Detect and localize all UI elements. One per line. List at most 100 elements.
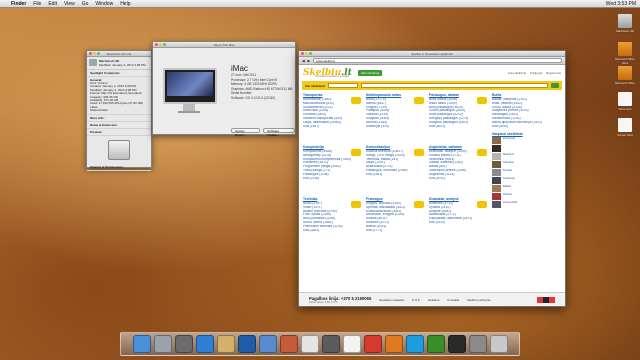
new-ad-item[interactable]: Sandėlis <box>492 160 556 169</box>
category-real-estate: Nekilnojamasis turtas Butai (21770) Nama… <box>366 93 426 141</box>
link-login[interactable]: Prisijungti <box>530 71 542 75</box>
desktop-icon-screenshot[interactable]: Screen Shot <box>614 118 636 137</box>
new-ad-item[interactable]: Dviratis <box>492 169 556 177</box>
menu-view[interactable]: View <box>64 1 75 7</box>
new-ad-item[interactable]: Parduodu <box>492 137 556 145</box>
new-ad-item[interactable]: Automobilis <box>492 201 556 209</box>
new-ad-item[interactable]: Baldai <box>492 185 556 193</box>
footer-link[interactable]: Kontaktai <box>447 298 459 302</box>
software-update-button[interactable]: Software Update... <box>263 128 295 137</box>
shared-folder-checkbox[interactable]: Shared folder <box>90 109 148 112</box>
side-title[interactable]: Buitis <box>492 93 556 97</box>
launchpad-icon[interactable] <box>153 335 172 353</box>
category-link[interactable]: Kita (4921) <box>429 125 489 129</box>
footer-link[interactable]: Naudojimo taisyklės <box>379 298 404 302</box>
address-bar[interactable]: www.skelbiu.lt <box>313 58 562 63</box>
footer-link[interactable]: D.U.K. <box>412 298 420 302</box>
system-report-button[interactable]: System Report... <box>231 128 261 137</box>
category-link[interactable]: Kita (1771) <box>366 229 426 233</box>
guitar-icon <box>414 201 424 208</box>
ad-title: Sandėlis <box>503 160 514 165</box>
category-link[interactable]: Kita (3281) <box>303 229 363 233</box>
link-register[interactable]: Registruotis <box>546 71 561 75</box>
calendar-icon[interactable] <box>342 335 361 353</box>
menu-help[interactable]: Help <box>120 1 130 7</box>
category-link[interactable]: Kita (1512) <box>429 221 489 225</box>
shirt-icon <box>477 201 487 208</box>
footer-link[interactable]: Skelbimų archyvas <box>467 298 490 302</box>
browser-titlebar[interactable]: Skelbiu.lt: Nemokami skelbimai <box>299 51 565 57</box>
category-link[interactable]: Kita (2011) <box>429 177 489 181</box>
trash-icon[interactable] <box>489 335 508 353</box>
ad-title: Kilimas <box>503 192 513 197</box>
info-row: Used: 27,816,565,256 bytes (27.82 GB) <box>90 102 144 106</box>
image-file-icon <box>618 118 632 132</box>
browser-window: Skelbiu.lt: Nemokami skelbimai ◀ ▶ www.s… <box>298 50 566 307</box>
mission-control-icon[interactable] <box>174 335 193 353</box>
add-ad-button[interactable]: Idėti skelbimą <box>357 70 383 76</box>
desktop-icon-office[interactable]: Microsoft Office 2011 <box>614 42 636 65</box>
finder-icon[interactable] <box>132 335 151 353</box>
ad-thumbnail <box>492 137 501 145</box>
desktop-icon-document[interactable]: Document <box>614 92 636 111</box>
mail-icon[interactable] <box>258 335 277 353</box>
section-label: Preview: <box>90 129 103 134</box>
category-link[interactable]: Užsienyje (315) <box>366 125 426 129</box>
menu-go[interactable]: Go <box>82 1 89 7</box>
menu-file[interactable]: File <box>33 1 41 7</box>
facetime-icon[interactable] <box>321 335 340 353</box>
top-links: Jūsų skelbimai Prisijungti Registruotis <box>508 71 561 75</box>
forward-icon[interactable]: ▶ <box>308 59 311 63</box>
section-label: Spotlight Comments: <box>90 71 121 75</box>
section-sharing[interactable]: Sharing & Permissions: <box>87 164 151 171</box>
safari-icon[interactable] <box>195 335 214 353</box>
info-window-title: Macintosh HD Info <box>106 51 132 56</box>
menu-window[interactable]: Window <box>95 1 113 7</box>
utility-icon[interactable] <box>447 335 466 353</box>
new-ad-item[interactable]: Kilimas <box>492 192 556 201</box>
work-hours: Darbo laikas: 9:00-17:00 <box>309 300 338 304</box>
back-icon[interactable]: ◀ <box>302 59 305 63</box>
new-ads-title[interactable]: Naujausi skelbimai <box>492 132 556 136</box>
office-icon <box>618 66 632 80</box>
section-label: Sharing & Permissions: <box>90 164 124 169</box>
about-window: About This Mac iMac 27-inch, Mid 2011 Pr… <box>152 41 296 137</box>
firefox-icon[interactable] <box>384 335 403 353</box>
search-button[interactable] <box>551 83 559 88</box>
section-name-extension[interactable]: Name & Extension: <box>87 122 151 129</box>
section-general[interactable]: General: Kind: Volume Created: January 4… <box>87 77 151 115</box>
section-spotlight[interactable]: Spotlight Comments: <box>87 70 151 77</box>
category-communications: Komunikacijos Mobilūs telefonai (10617) … <box>366 145 426 193</box>
search-input[interactable] <box>360 83 548 88</box>
info-window-titlebar[interactable]: Macintosh HD Info <box>87 51 151 57</box>
skype-icon[interactable] <box>405 335 424 353</box>
new-ad-item[interactable]: Telefonas <box>492 177 556 185</box>
utorrent-icon[interactable] <box>426 335 445 353</box>
new-ad-item[interactable]: Mazda 6 <box>492 153 556 161</box>
side-link[interactable]: Kita (3040) <box>492 125 556 129</box>
section-more-info[interactable]: More Info: <box>87 115 151 122</box>
category-link[interactable]: Kita (2187) <box>303 125 363 129</box>
category-computers: Kompiuterija Kompiuteriai (5558) Nešioja… <box>303 145 363 193</box>
preferences-icon[interactable] <box>468 335 487 353</box>
itunes-icon[interactable] <box>300 335 319 353</box>
word-icon[interactable] <box>237 335 256 353</box>
menu-bar: Finder File Edit View Go Window Help Wed… <box>0 0 640 8</box>
clock[interactable]: Wed 3:53 PM <box>606 1 636 7</box>
ad-thumbnail <box>492 169 501 177</box>
category-link[interactable]: Kita (2136) <box>303 177 363 181</box>
link-my-ads[interactable]: Jūsų skelbimai <box>508 71 526 75</box>
desktop-icon-hd[interactable]: Macintosh HD <box>614 14 636 33</box>
menu-edit[interactable]: Edit <box>48 1 57 7</box>
category-select[interactable] <box>327 83 358 88</box>
preview-icon[interactable] <box>216 335 235 353</box>
menu-app-name[interactable]: Finder <box>11 1 26 7</box>
photos-icon[interactable] <box>279 335 298 353</box>
footer-link[interactable]: Reklama <box>428 298 439 302</box>
ad-title: . <box>503 144 504 149</box>
section-preview[interactable]: Preview: <box>87 129 151 136</box>
chrome-icon[interactable] <box>363 335 382 353</box>
category-link[interactable]: Kita (1381) <box>366 173 426 177</box>
new-ad-item[interactable]: . <box>492 144 556 153</box>
desktop-icon-office2[interactable]: Microsoft Office <box>614 66 636 85</box>
